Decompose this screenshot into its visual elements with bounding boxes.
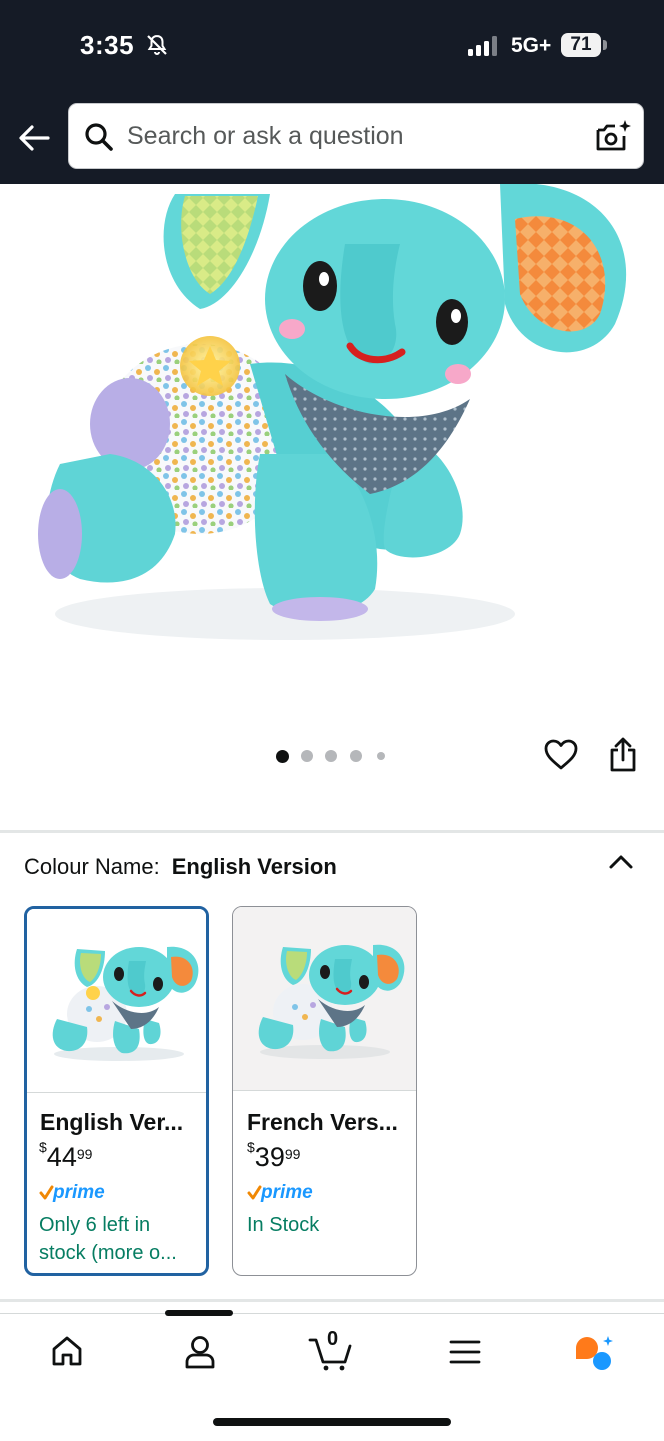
search-input[interactable] <box>127 104 577 168</box>
price-currency: $ <box>247 1139 255 1155</box>
prime-badge-icon: prime <box>247 1182 313 1203</box>
variant-thumbnail <box>233 907 416 1091</box>
variant-stock: In Stock <box>247 1214 320 1236</box>
price-currency: $ <box>39 1139 47 1155</box>
colour-name-row: Colour Name: English Version <box>24 854 337 880</box>
prime-label: prime <box>52 1182 105 1203</box>
menu-icon[interactable] <box>449 1338 481 1366</box>
active-tab-indicator <box>165 1310 233 1316</box>
variant-stock: Only 6 left in stock (more o... <box>39 1214 177 1264</box>
price-cents: 99 <box>76 1146 93 1162</box>
elephant-plush-image <box>38 183 627 640</box>
product-image[interactable] <box>0 183 664 724</box>
battery-indicator: 71 <box>561 33 601 57</box>
gallery-dot[interactable] <box>377 752 385 760</box>
variant-card-english[interactable]: English Ver... $4499 prime Only 6 left i… <box>24 906 209 1276</box>
status-time: 3:35 <box>80 30 135 60</box>
price-whole: 44 <box>46 1142 77 1172</box>
heart-icon[interactable] <box>543 737 579 773</box>
variant-thumbnail <box>27 909 206 1093</box>
bell-muted-icon <box>147 34 167 55</box>
prime-label: prime <box>260 1182 313 1203</box>
share-icon[interactable] <box>607 737 639 773</box>
variant-price: $4499 <box>39 1139 93 1173</box>
elephant-thumbnail-icon <box>258 944 405 1059</box>
section-divider <box>0 830 664 833</box>
prime-badge-icon: prime <box>39 1182 105 1203</box>
variant-name: English Ver... <box>40 1109 184 1135</box>
gallery-dot[interactable] <box>301 750 313 762</box>
back-arrow-icon[interactable] <box>14 118 54 158</box>
search-bar[interactable] <box>68 103 644 169</box>
home-indicator[interactable] <box>213 1418 451 1426</box>
signal-icon <box>468 36 497 56</box>
price-whole: 39 <box>254 1142 285 1172</box>
camera-search-icon[interactable] <box>594 119 632 155</box>
price-cents: 99 <box>284 1146 301 1162</box>
section-divider <box>0 1299 664 1302</box>
battery-nub <box>603 40 607 50</box>
top-header: 3:35 5G+ 71 <box>0 0 664 184</box>
rufus-assistant-icon[interactable] <box>574 1334 616 1374</box>
gallery-dot-active[interactable] <box>276 750 289 763</box>
colour-selected-value: English Version <box>171 854 337 879</box>
search-icon <box>85 123 113 151</box>
colour-label: Colour Name: <box>24 854 160 879</box>
variant-card-french[interactable]: French Vers... $3999 prime In Stock <box>232 906 417 1276</box>
home-icon[interactable] <box>50 1334 84 1368</box>
gallery-dot[interactable] <box>350 750 362 762</box>
account-icon[interactable] <box>183 1334 217 1370</box>
chevron-up-icon[interactable] <box>606 850 636 874</box>
cart-count-badge: 0 <box>327 1328 339 1350</box>
elephant-thumbnail-icon <box>52 946 199 1061</box>
network-label: 5G+ <box>511 34 552 57</box>
variant-price: $3999 <box>247 1139 301 1173</box>
gallery-dot[interactable] <box>325 750 337 762</box>
variant-name: French Vers... <box>247 1109 398 1135</box>
